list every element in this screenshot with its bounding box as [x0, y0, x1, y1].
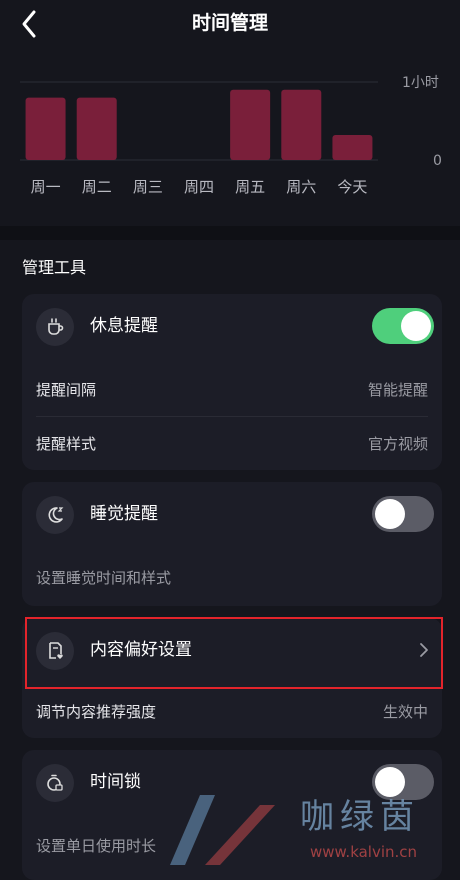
remind-style-row[interactable]: 提醒样式 官方视频: [22, 418, 442, 470]
remind-interval-label: 提醒间隔: [36, 381, 97, 399]
remind-style-label: 提醒样式: [36, 435, 97, 453]
sleep-desc-label: 设置睡觉时间和样式: [36, 569, 172, 587]
toggle-knob: [401, 311, 431, 341]
usage-chart: 1小时 0 周一 周二 周三 周四 周五 周六 今天: [0, 50, 460, 230]
time-lock-desc-label: 设置单日使用时长: [36, 837, 157, 855]
recommend-strength-row[interactable]: 调节内容推荐强度 生效中: [22, 686, 442, 738]
cup-icon: [48, 318, 64, 335]
watermark-url: www.kalvin.cn: [310, 843, 418, 861]
x-tick-label-5: 周六: [286, 178, 316, 196]
watermark: 咖绿茵 www.kalvin.cn: [160, 785, 460, 867]
rest-icon-wrap: [36, 308, 74, 346]
rest-reminder-label: 休息提醒: [90, 316, 158, 336]
chart-bar-5: [281, 89, 322, 160]
usage-chart-svg: 1小时 0 周一 周二 周三 周四 周五 周六 今天: [20, 75, 442, 196]
section-divider: [0, 226, 460, 240]
remind-interval-value: 智能提醒: [367, 381, 428, 399]
highlight-box: [25, 617, 443, 689]
time-lock-icon-wrap: [36, 764, 74, 802]
sleep-reminder-toggle[interactable]: [372, 496, 434, 532]
y-tick-label-max: 1小时: [402, 75, 439, 91]
chart-bar-1: [76, 97, 117, 160]
sleep-desc-row[interactable]: 设置睡觉时间和样式: [22, 552, 442, 604]
rest-reminder-toggle[interactable]: [372, 308, 434, 344]
x-tick-label-1: 周二: [82, 178, 112, 196]
moon-icon: [48, 507, 64, 523]
chart-bar-6: [332, 135, 373, 160]
sleep-reminder-label: 睡觉提醒: [90, 504, 158, 524]
x-tick-label-0: 周一: [31, 178, 61, 196]
remind-style-value: 官方视频: [367, 435, 428, 453]
x-tick-label-4: 周五: [235, 178, 265, 196]
sleep-reminder-row: 睡觉提醒: [22, 482, 442, 546]
rest-reminder-row: 休息提醒: [22, 294, 442, 358]
header: 时间管理: [0, 0, 460, 50]
recommend-strength-value: 生效中: [382, 703, 428, 721]
x-tick-label-6: 今天: [337, 178, 367, 196]
toggle-knob: [375, 499, 405, 529]
x-tick-label-2: 周三: [133, 178, 163, 196]
sleep-reminder-card: 睡觉提醒 设置睡觉时间和样式: [22, 482, 442, 606]
chart-bar-4: [230, 89, 271, 160]
section-title: 管理工具: [22, 258, 87, 277]
chart-bar-0: [25, 97, 66, 160]
recommend-strength-label: 调节内容推荐强度: [36, 703, 157, 721]
row-divider: [36, 416, 428, 417]
time-lock-label: 时间锁: [90, 772, 141, 792]
x-tick-label-3: 周四: [184, 178, 214, 196]
page-title: 时间管理: [191, 12, 268, 34]
remind-interval-row[interactable]: 提醒间隔 智能提醒: [22, 364, 442, 416]
rest-reminder-card: 休息提醒 提醒间隔 智能提醒 提醒样式 官方视频: [22, 294, 442, 470]
sleep-icon-wrap: [36, 496, 74, 534]
y-tick-label-zero: 0: [433, 153, 442, 169]
timer-lock-icon: [47, 774, 63, 791]
watermark-logo-icon: [170, 795, 275, 865]
watermark-text: 咖绿茵: [300, 797, 420, 837]
